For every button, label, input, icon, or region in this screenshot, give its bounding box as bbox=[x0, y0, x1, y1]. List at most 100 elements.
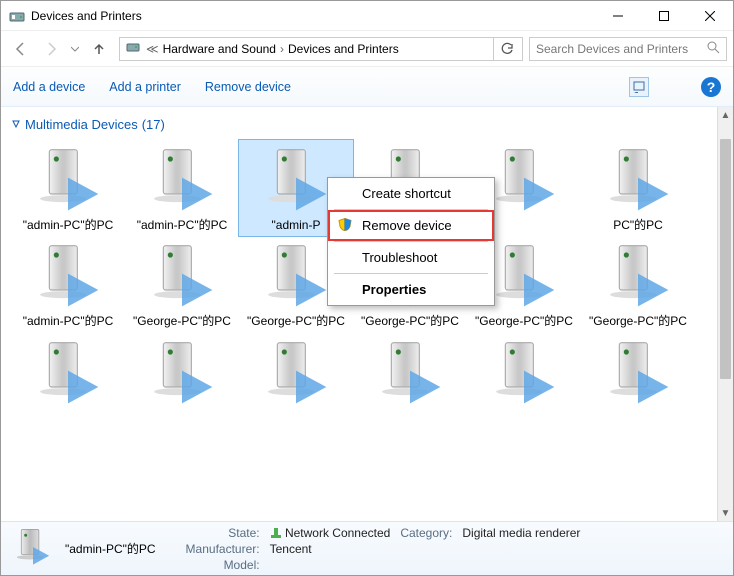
menu-separator bbox=[334, 241, 488, 242]
device-label: "George-PC"的PC bbox=[243, 314, 349, 328]
add-printer-button[interactable]: Add a printer bbox=[109, 80, 181, 94]
device-icon bbox=[129, 240, 235, 312]
navigation-bar: ≪ Hardware and Sound › Devices and Print… bbox=[1, 31, 733, 67]
device-label: "George-PC"的PC bbox=[129, 314, 235, 328]
scroll-down-button[interactable]: ▼ bbox=[718, 505, 733, 521]
device-item[interactable] bbox=[581, 333, 695, 413]
device-label: PC"的PC bbox=[585, 218, 691, 232]
up-button[interactable] bbox=[85, 35, 113, 63]
collapse-icon bbox=[11, 117, 21, 132]
device-item[interactable] bbox=[467, 333, 581, 413]
manufacturer-value: Tencent bbox=[270, 542, 391, 556]
main-panel: Multimedia Devices (17) "admin-PC"的PC "ad… bbox=[1, 107, 733, 521]
device-icon bbox=[243, 337, 349, 409]
category-value: Digital media renderer bbox=[462, 526, 580, 540]
device-item[interactable] bbox=[353, 333, 467, 413]
view-icon bbox=[633, 81, 645, 93]
device-label: "admin-PC"的PC bbox=[15, 314, 121, 328]
device-icon bbox=[15, 240, 121, 312]
device-item[interactable]: "George-PC"的PC bbox=[581, 236, 695, 332]
menu-properties[interactable]: Properties bbox=[330, 276, 492, 303]
device-label: "admin-PC"的PC bbox=[15, 218, 121, 232]
search-placeholder: Search Devices and Printers bbox=[536, 42, 688, 56]
device-grid bbox=[11, 333, 707, 413]
state-value: Network Connected bbox=[270, 526, 391, 540]
uac-shield-icon bbox=[338, 217, 352, 234]
device-label: "George-PC"的PC bbox=[471, 314, 577, 328]
menu-separator bbox=[334, 273, 488, 274]
breadcrumb-segment[interactable]: Hardware and Sound bbox=[159, 42, 280, 56]
title-bar: Devices and Printers bbox=[1, 1, 733, 31]
menu-create-shortcut[interactable]: Create shortcut bbox=[330, 180, 492, 207]
selected-device-icon bbox=[11, 525, 55, 572]
device-label bbox=[585, 411, 691, 413]
view-options-button[interactable] bbox=[629, 77, 649, 97]
group-header[interactable]: Multimedia Devices (17) bbox=[11, 111, 707, 140]
group-count: (17) bbox=[142, 117, 165, 132]
menu-remove-device[interactable]: Remove device bbox=[330, 212, 492, 239]
device-label: "admin-PC"的PC bbox=[129, 218, 235, 232]
address-icon bbox=[122, 40, 146, 57]
minimize-button[interactable] bbox=[595, 1, 641, 31]
state-label: State: bbox=[186, 526, 260, 540]
context-menu: Create shortcut Remove device Troublesho… bbox=[327, 177, 495, 306]
device-icon bbox=[129, 337, 235, 409]
device-icon bbox=[357, 337, 463, 409]
device-label: "George-PC"的PC bbox=[357, 314, 463, 328]
vertical-scrollbar[interactable]: ▲ ▼ bbox=[717, 107, 733, 521]
device-label: "George-PC"的PC bbox=[585, 314, 691, 328]
device-label bbox=[15, 411, 121, 413]
device-item[interactable]: "admin-PC"的PC bbox=[11, 236, 125, 332]
device-icon bbox=[471, 337, 577, 409]
device-label bbox=[357, 411, 463, 413]
refresh-icon bbox=[500, 42, 514, 56]
group-name: Multimedia Devices bbox=[25, 117, 138, 132]
window-title: Devices and Printers bbox=[31, 9, 595, 23]
devices-printers-icon bbox=[9, 8, 25, 24]
breadcrumb-segment[interactable]: Devices and Printers bbox=[284, 42, 403, 56]
device-item[interactable]: PC"的PC bbox=[581, 140, 695, 236]
scroll-up-button[interactable]: ▲ bbox=[718, 107, 733, 123]
address-bar[interactable]: ≪ Hardware and Sound › Devices and Print… bbox=[119, 37, 523, 61]
device-label bbox=[129, 411, 235, 413]
device-icon bbox=[15, 144, 121, 216]
device-item[interactable] bbox=[125, 333, 239, 413]
chevron-down-icon bbox=[71, 45, 79, 53]
arrow-up-icon bbox=[91, 41, 107, 57]
details-pane: "admin-PC"的PC State: Network Connected C… bbox=[1, 521, 733, 575]
arrow-right-icon bbox=[43, 41, 59, 57]
help-button[interactable]: ? bbox=[701, 77, 721, 97]
device-item[interactable]: "admin-PC"的PC bbox=[125, 140, 239, 236]
breadcrumb-chevron[interactable]: ≪ bbox=[146, 42, 159, 56]
add-device-button[interactable]: Add a device bbox=[13, 80, 85, 94]
model-label: Model: bbox=[186, 558, 260, 572]
device-item[interactable]: "George-PC"的PC bbox=[125, 236, 239, 332]
selected-device-name: "admin-PC"的PC bbox=[65, 540, 156, 557]
arrow-left-icon bbox=[13, 41, 29, 57]
command-bar: Add a device Add a printer Remove device… bbox=[1, 67, 733, 107]
category-label: Category: bbox=[400, 526, 452, 540]
device-icon bbox=[585, 240, 691, 312]
close-button[interactable] bbox=[687, 1, 733, 31]
search-input[interactable]: Search Devices and Printers bbox=[529, 37, 727, 61]
refresh-button[interactable] bbox=[493, 38, 520, 60]
device-icon bbox=[15, 337, 121, 409]
device-item[interactable]: "admin-PC"的PC bbox=[11, 140, 125, 236]
device-item[interactable] bbox=[239, 333, 353, 413]
device-label bbox=[471, 411, 577, 413]
device-icon bbox=[585, 337, 691, 409]
search-icon bbox=[706, 40, 720, 57]
maximize-button[interactable] bbox=[641, 1, 687, 31]
network-connected-icon bbox=[270, 527, 282, 539]
device-item[interactable] bbox=[11, 333, 125, 413]
forward-button[interactable] bbox=[37, 35, 65, 63]
scroll-thumb[interactable] bbox=[720, 139, 731, 379]
menu-troubleshoot[interactable]: Troubleshoot bbox=[330, 244, 492, 271]
remove-device-button[interactable]: Remove device bbox=[205, 80, 291, 94]
back-button[interactable] bbox=[7, 35, 35, 63]
recent-dropdown[interactable] bbox=[67, 35, 83, 63]
device-icon bbox=[585, 144, 691, 216]
device-icon bbox=[129, 144, 235, 216]
menu-separator bbox=[334, 209, 488, 210]
manufacturer-label: Manufacturer: bbox=[186, 542, 260, 556]
